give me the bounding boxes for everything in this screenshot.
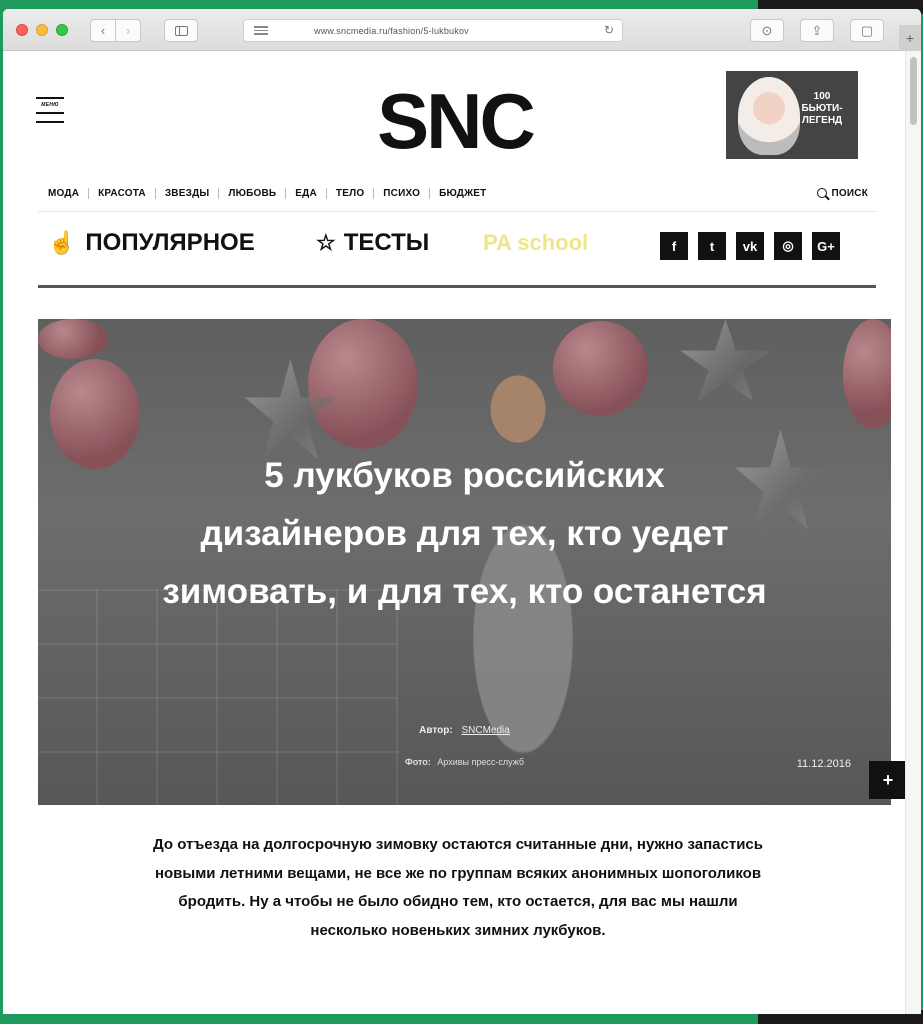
expand-button[interactable]: + [869, 761, 907, 799]
author-line: Автор: SNCMedia [38, 725, 891, 736]
nav-divider [88, 187, 90, 199]
header-divider [38, 285, 876, 288]
foil-star-shape [679, 319, 772, 401]
school-link[interactable]: PA school [483, 230, 588, 256]
scrollbar[interactable] [905, 51, 921, 1014]
tabs-icon: ▢ [860, 22, 874, 38]
nav-divider [218, 187, 220, 199]
facebook-icon[interactable]: f [660, 232, 688, 260]
photo-source: Архивы пресс-служб [437, 757, 524, 767]
plus-icon: + [905, 30, 915, 46]
tabs-button[interactable]: ▢ [850, 19, 884, 42]
article-lead: До отъезда на долгосрочную зимовку остаю… [153, 836, 763, 939]
downloads-icon: ⊙ [761, 22, 773, 38]
close-window-button[interactable] [16, 24, 28, 36]
photo-label: Фото: [405, 757, 431, 767]
balloon-shape [50, 359, 140, 469]
nav-item-food[interactable]: ЕДА [295, 188, 317, 199]
nav-divider [154, 187, 156, 199]
sidebar-toggle-button[interactable] [164, 19, 198, 42]
nav-item-stars[interactable]: ЗВЕЗДЫ [165, 188, 210, 199]
tests-label: ТЕСТЫ [343, 229, 430, 256]
menu-label: МЕНЮ [41, 102, 59, 108]
downloads-button[interactable]: ⊙ [750, 19, 784, 42]
minimize-window-button[interactable] [36, 24, 48, 36]
tests-link[interactable]: ☆ ТЕСТЫ [316, 229, 429, 257]
author-label: Автор: [419, 725, 453, 736]
article-title: 5 лукбуков российских дизайнеров для тех… [162, 456, 767, 611]
forward-button[interactable]: › [115, 19, 141, 42]
hamburger-line [36, 121, 64, 123]
nav-item-beauty[interactable]: КРАСОТА [98, 188, 146, 199]
search-label: ПОИСК [831, 187, 868, 199]
site-logo[interactable]: SNC [360, 81, 550, 161]
hamburger-line [36, 97, 64, 99]
address-bar[interactable]: www.sncmedia.ru/fashion/5-lukbukov ↻ [243, 19, 623, 42]
nav-divider [429, 187, 431, 199]
secondary-nav: ☝ ПОПУЛЯРНОЕ ☆ ТЕСТЫ PA school f t vk ◎ … [48, 221, 868, 261]
nav-item-body[interactable]: ТЕЛО [336, 188, 364, 199]
instagram-icon[interactable]: ◎ [774, 232, 802, 260]
scroll-thumb[interactable] [910, 57, 917, 125]
chevron-right-icon: › [125, 23, 131, 38]
publish-date: 11.12.2016 [796, 758, 851, 770]
browser-window: ‹ › www.sncmedia.ru/fashion/5-lukbukov ↻… [3, 9, 921, 1014]
hand-icon: ☝ [48, 230, 76, 255]
share-button[interactable]: ⇪ [800, 19, 834, 42]
author-link[interactable]: SNCMedia [461, 725, 509, 736]
nav-item-psycho[interactable]: ПСИХО [383, 188, 420, 199]
star-icon: ☆ [316, 230, 336, 255]
ad-banner[interactable]: 100 БЬЮТИ-ЛЕГЕНД [726, 71, 858, 159]
nav-divider-line [38, 211, 876, 212]
ad-text: 100 БЬЮТИ-ЛЕГЕНД [801, 91, 843, 126]
balloon-shape [308, 319, 418, 449]
balloon-shape [843, 319, 891, 429]
share-icon: ⇪ [811, 22, 823, 38]
twitter-icon[interactable]: t [698, 232, 726, 260]
plus-icon: + [882, 769, 894, 790]
zoom-window-button[interactable] [56, 24, 68, 36]
nav-item-fashion[interactable]: МОДА [48, 188, 79, 199]
tiled-wall [38, 589, 398, 805]
search-button[interactable]: ПОИСК [816, 187, 868, 199]
menu-button[interactable]: МЕНЮ [36, 97, 64, 123]
hero-image: 5 лукбуков российских дизайнеров для тех… [38, 319, 891, 805]
reload-icon[interactable]: ↻ [604, 23, 614, 37]
chevron-left-icon: ‹ [100, 23, 106, 38]
nav-item-love[interactable]: ЛЮБОВЬ [228, 188, 276, 199]
main-nav: МОДА КРАСОТА ЗВЕЗДЫ ЛЮБОВЬ ЕДА ТЕЛО ПСИХ… [48, 183, 868, 203]
photo-credit: Фото: Архивы пресс-служб [38, 757, 891, 767]
nav-divider [285, 187, 287, 199]
social-links: f t vk ◎ G+ [660, 232, 840, 260]
nav-divider [325, 187, 327, 199]
balloon-shape [38, 319, 108, 359]
sidebar-icon [174, 25, 188, 36]
new-tab-button[interactable]: + [899, 25, 921, 51]
browser-toolbar: ‹ › www.sncmedia.ru/fashion/5-lukbukov ↻… [3, 9, 921, 51]
web-page: МЕНЮ SNC 100 БЬЮТИ-ЛЕГЕНД МОДА КРАСОТА З… [3, 51, 921, 1014]
nav-divider [373, 187, 375, 199]
nav-item-budget[interactable]: БЮДЖЕТ [439, 188, 486, 199]
popular-link[interactable]: ☝ ПОПУЛЯРНОЕ [48, 229, 255, 257]
url-text: www.sncmedia.ru/fashion/5-lukbukov [314, 25, 469, 36]
back-button[interactable]: ‹ [90, 19, 116, 42]
google-plus-icon[interactable]: G+ [812, 232, 840, 260]
ad-portrait-image [738, 77, 800, 155]
vk-icon[interactable]: vk [736, 232, 764, 260]
popular-label: ПОПУЛЯРНОЕ [85, 229, 255, 256]
reader-icon[interactable] [254, 26, 268, 35]
search-icon [816, 188, 827, 198]
